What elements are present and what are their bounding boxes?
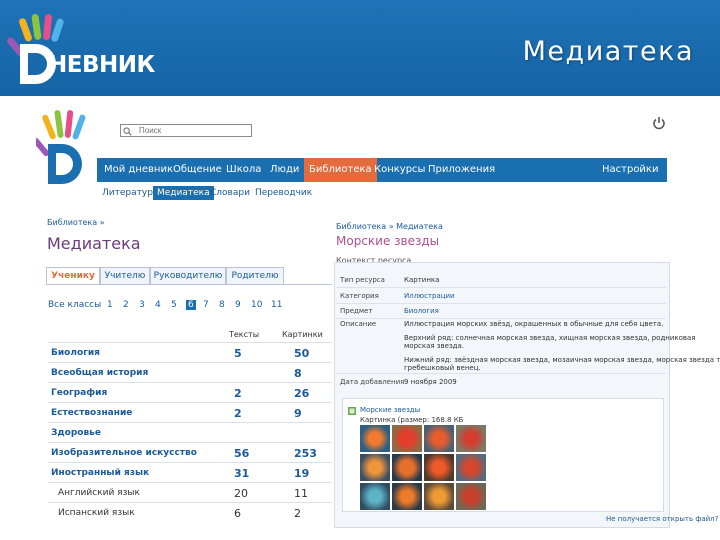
table-row[interactable]: Изобразительное искусство 56 253 — [48, 442, 332, 463]
pictures-count[interactable]: 8 — [294, 367, 302, 380]
page-title: Медиатека — [47, 234, 141, 253]
pictures-count[interactable]: 253 — [294, 447, 317, 460]
page-link-2[interactable]: 2 — [123, 300, 129, 310]
table-row[interactable]: География 2 26 — [48, 382, 332, 403]
pictures-count[interactable]: 2 — [294, 507, 301, 520]
table-row[interactable]: Всеобщая история 8 — [48, 362, 332, 383]
texts-count[interactable]: 5 — [234, 347, 242, 360]
nav-item-apps[interactable]: Приложения — [428, 158, 495, 182]
page-link-9[interactable]: 9 — [235, 300, 241, 310]
page-link-7[interactable]: 7 — [203, 300, 209, 310]
power-icon[interactable] — [652, 116, 666, 130]
subject-name[interactable]: Всеобщая история — [51, 368, 148, 378]
page-link-10[interactable]: 10 — [251, 300, 262, 310]
nav-item-contests[interactable]: Конкурсы — [374, 158, 425, 182]
column-pictures: Картинки — [282, 330, 323, 339]
slide-title: Медиатека — [522, 36, 694, 67]
search-input[interactable] — [120, 124, 252, 137]
search-icon — [123, 127, 132, 136]
divider — [336, 287, 666, 288]
subnav-translator[interactable]: Переводчик — [255, 186, 312, 200]
main-nav: Мой дневник Общение Школа Люди Библиотек… — [97, 158, 667, 182]
nav-item-people[interactable]: Люди — [270, 158, 299, 182]
subject-name[interactable]: Здоровье — [51, 428, 101, 438]
table-row[interactable]: Английский язык 20 11 — [48, 482, 332, 503]
pictures-count[interactable]: 9 — [294, 407, 302, 420]
slide-banner: НЕВНИК Медиатека — [0, 0, 720, 96]
description-line: гребешковый венец. — [404, 364, 481, 372]
date-label: Дата добавления — [340, 378, 405, 386]
field-value: Картинка — [404, 276, 440, 284]
file-meta: Картинка (размер: 168.8 КБ — [360, 416, 464, 424]
subject-name[interactable]: Биология — [51, 348, 100, 358]
subnav-literature[interactable]: Литература — [102, 186, 158, 200]
field-value[interactable]: Биология — [404, 307, 439, 315]
table-row[interactable]: Иностранный язык 31 19 — [48, 462, 332, 483]
pager-all-classes[interactable]: Все классы — [48, 300, 101, 310]
resource-title: Морские звезды — [336, 234, 440, 248]
subject-name[interactable]: Английский язык — [58, 488, 140, 498]
breadcrumb[interactable]: Библиотека » — [47, 218, 105, 227]
page-link-8[interactable]: 8 — [219, 300, 225, 310]
nav-item-communication[interactable]: Общение — [173, 158, 222, 182]
nav-item-my-diary[interactable]: Мой дневник — [104, 158, 173, 182]
tab-teacher[interactable]: Учителю — [100, 267, 150, 285]
pictures-count[interactable]: 19 — [294, 467, 309, 480]
texts-count[interactable]: 2 — [234, 387, 242, 400]
field-label: Категория — [340, 292, 379, 300]
page-link-6[interactable]: 6 — [186, 300, 196, 310]
subject-name[interactable]: Иностранный язык — [51, 468, 149, 478]
page-link-5[interactable]: 5 — [171, 300, 177, 310]
pictures-count[interactable]: 11 — [294, 487, 308, 500]
app-hand-logo-icon — [36, 110, 86, 184]
tabs-divider — [46, 284, 332, 285]
description-line: Верхний ряд: солнечная морская звезда, х… — [404, 334, 696, 342]
divider — [336, 303, 666, 304]
subnav-mediateka[interactable]: Медиатека — [153, 186, 214, 200]
logo-text: НЕВНИК — [48, 52, 155, 78]
table-row[interactable]: Здоровье — [48, 422, 332, 443]
nav-item-settings[interactable]: Настройки — [602, 158, 658, 182]
table-row[interactable]: Биология 5 50 — [48, 342, 332, 363]
file-title-link[interactable]: Морские звезды — [360, 406, 420, 414]
subnav-dictionaries[interactable]: Словари — [210, 186, 250, 200]
texts-count[interactable]: 6 — [234, 507, 241, 520]
column-texts: Тексты — [229, 330, 260, 339]
description-line: морская звезда. — [404, 342, 465, 350]
image-file-icon — [348, 407, 356, 415]
resource-breadcrumb[interactable]: Библиотека » Медиатека — [336, 222, 443, 231]
field-label: Тип ресурса — [340, 276, 385, 284]
tab-student[interactable]: Ученику — [46, 267, 100, 285]
subject-name[interactable]: География — [51, 388, 107, 398]
divider — [336, 373, 666, 374]
field-value[interactable]: Иллюстрации — [404, 292, 455, 300]
date-value: 9 ноября 2009 — [404, 378, 457, 386]
texts-count[interactable]: 2 — [234, 407, 242, 420]
subject-name[interactable]: Изобразительное искусство — [51, 448, 197, 458]
page-link-11[interactable]: 11 — [271, 300, 282, 310]
nav-item-library[interactable]: Библиотека — [304, 158, 377, 182]
texts-count[interactable]: 56 — [234, 447, 249, 460]
divider — [336, 318, 666, 319]
tab-director[interactable]: Руководителю — [150, 267, 226, 285]
field-value: Иллюстрация морских звёзд, окрашенных в … — [404, 320, 664, 328]
field-label: Описание — [340, 320, 377, 328]
texts-count[interactable]: 20 — [234, 487, 248, 500]
page-link-4[interactable]: 4 — [155, 300, 161, 310]
table-row[interactable]: Естествознание 2 9 — [48, 402, 332, 423]
description-line: Нижний ряд: звёздная морская звезда, моз… — [404, 356, 720, 364]
field-label: Предмет — [340, 307, 373, 315]
table-row[interactable]: Испанский язык 6 2 — [48, 502, 332, 523]
tab-parent[interactable]: Родителю — [226, 267, 284, 285]
subject-name[interactable]: Испанский язык — [58, 508, 135, 518]
page-link-1[interactable]: 1 — [107, 300, 113, 310]
pictures-count[interactable]: 26 — [294, 387, 309, 400]
page-link-3[interactable]: 3 — [139, 300, 145, 310]
nav-item-school[interactable]: Школа — [226, 158, 261, 182]
starfish-image[interactable] — [360, 425, 486, 511]
pictures-count[interactable]: 50 — [294, 347, 309, 360]
texts-count[interactable]: 31 — [234, 467, 249, 480]
subject-name[interactable]: Естествознание — [51, 408, 132, 418]
download-help-link[interactable]: Не получается открыть файл? — [606, 515, 718, 523]
